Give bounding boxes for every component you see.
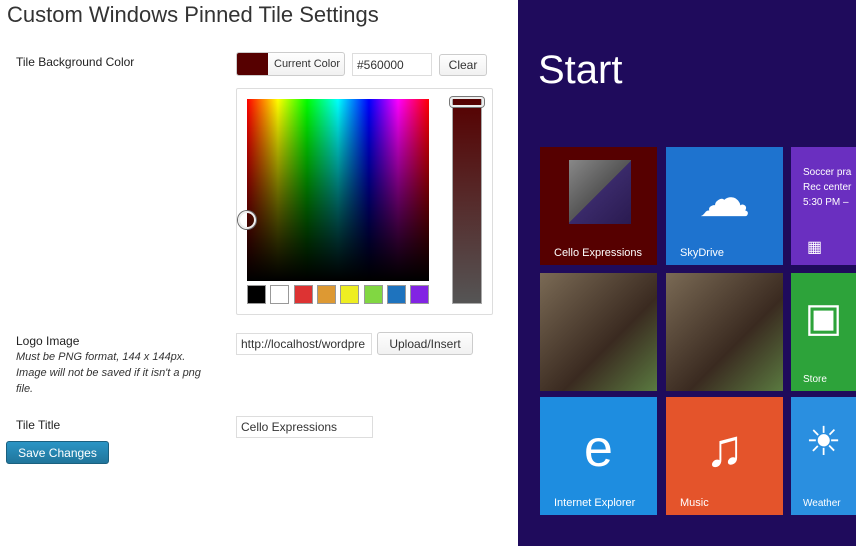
tile-label: Weather (803, 498, 841, 509)
tile-label: Cello Expressions (554, 247, 643, 259)
tile-icon: ☁ (698, 170, 751, 228)
start-tile: e Internet Explorer (540, 397, 657, 515)
tile-icon: ♫ (705, 420, 744, 478)
hex-color-input[interactable]: #560000 (352, 53, 432, 76)
logo-note: Must be PNG format, 144 x 144px. Image w… (16, 351, 201, 395)
start-tile: Cello Expressions (540, 147, 657, 265)
tile-icon: ☀ (805, 420, 842, 464)
calendar-icon: ▦ (807, 239, 823, 256)
color-swatch[interactable] (340, 285, 360, 304)
start-tile (540, 273, 657, 391)
start-tile: ☀ Weather (791, 397, 856, 515)
color-swatch[interactable] (386, 285, 406, 304)
current-color-button[interactable]: Current Color (236, 52, 345, 76)
clear-button[interactable]: Clear (439, 54, 487, 76)
tile-label: Internet Explorer (554, 497, 636, 509)
slider-handle[interactable] (450, 97, 484, 107)
save-changes-button[interactable]: Save Changes (6, 441, 109, 464)
page-title: Custom Windows Pinned Tile Settings (7, 2, 379, 27)
color-swatch[interactable] (363, 285, 383, 304)
logo-image (569, 160, 631, 224)
current-color-label: Current Color (274, 58, 341, 70)
color-picker-handle[interactable] (238, 211, 256, 229)
logo-url-input[interactable]: http://localhost/wordpre (236, 333, 372, 355)
start-tile: ☁ SkyDrive (666, 147, 783, 265)
color-swatch[interactable] (247, 285, 266, 304)
tile-title-label: Tile Title (16, 418, 61, 432)
tile-label: Music (680, 497, 709, 509)
color-swatch[interactable] (316, 285, 336, 304)
color-gradient-square[interactable] (247, 99, 429, 281)
color-swatch[interactable] (293, 285, 313, 304)
bg-color-label: Tile Background Color (16, 55, 135, 69)
start-tile: Soccer pra Rec center 5:30 PM – ▦ (791, 147, 856, 265)
color-swatch[interactable] (410, 285, 430, 304)
upload-insert-button[interactable]: Upload/Insert (377, 332, 473, 355)
tile-label: Store (803, 374, 827, 385)
start-tile: ▣ Store (791, 273, 856, 391)
calendar-text: Rec center (803, 182, 852, 193)
start-label: Start (538, 48, 623, 92)
color-swatch[interactable] (270, 285, 290, 304)
calendar-text: 5:30 PM – (803, 197, 849, 208)
tile-icon: ▣ (804, 296, 843, 340)
start-tile: ♫ Music (666, 397, 783, 515)
tile-title-input[interactable]: Cello Expressions (236, 416, 373, 438)
calendar-text: Soccer pra (803, 167, 852, 178)
tile-label: SkyDrive (680, 247, 725, 259)
logo-label: Logo Image (16, 334, 80, 348)
tile-icon: e (584, 420, 613, 478)
start-screen-preview: Start Cello Expressions ☁ SkyDrive Soccer p… (518, 0, 856, 546)
color-preview (237, 53, 268, 75)
start-tile (666, 273, 783, 391)
lightness-slider[interactable] (452, 97, 482, 304)
